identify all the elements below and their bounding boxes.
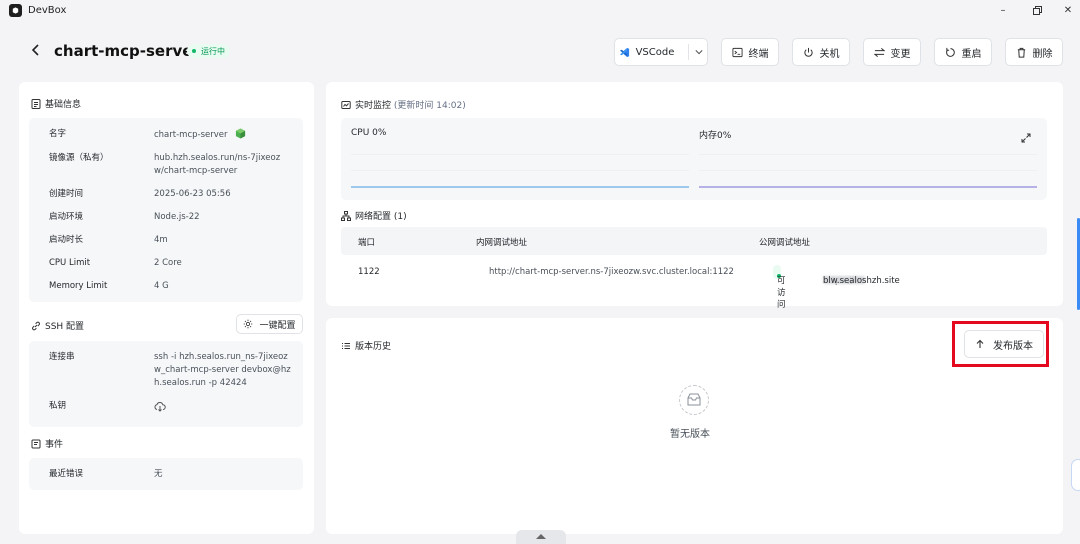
field-label: 镜像源（私有） [49,153,109,163]
monitor-header: 实时监控 (更新时间 14:02) [341,98,466,111]
port-cell: 1122 [358,267,380,277]
delete-button[interactable]: 删除 [1005,38,1063,66]
shutdown-button[interactable]: 关机 [792,38,850,66]
field-label: 启动环境 [49,212,84,222]
minimize-icon[interactable]: – [985,0,1021,20]
basic-info-header: 基础信息 [31,97,81,110]
conn-label: 连接串 [49,352,75,362]
vscode-dropdown-button[interactable]: VSCode [614,38,708,66]
network-table-header: 端口 内网调试地址 公网调试地址 [341,227,1047,255]
ssh-header: SSH 配置 [31,319,84,332]
terminal-icon [731,47,743,57]
restart-icon [945,47,955,57]
one-click-config-button[interactable]: 一键配置 [236,314,303,334]
memory-grid-line [699,154,1037,155]
highlight-annotation-box [952,321,1049,367]
cpu-usage-label: CPU 0% [351,128,387,138]
status-badge: 运行中 [187,44,230,58]
memory-usage-line [699,186,1037,188]
trash-icon [1017,47,1025,58]
version-history-header: 版本历史 [341,339,391,352]
field-label: 创建时间 [49,189,84,199]
chevron-down-icon [695,50,703,55]
list-icon [342,342,350,349]
runtime-env-value: Node.js-22 [154,212,200,222]
bottom-drawer-handle[interactable] [516,530,566,544]
nodejs-cube-icon [235,128,245,139]
memory-limit-value: 4 G [154,281,169,291]
field-label: CPU Limit [49,258,91,268]
collapse-panel-button[interactable] [1071,459,1080,491]
vscode-icon [619,47,629,57]
memory-usage-label: 内存0% [699,131,732,141]
accessible-badge: 可访问 [773,265,786,310]
app-name: DevBox [28,4,67,16]
ssh-panel: 连接串 ssh -i hzh.sealos.run_ns-7jixeozw_ch… [29,341,303,427]
empty-box-icon [679,385,709,415]
ssh-connection-string: ssh -i hzh.sealos.run_ns-7jixeozw_chart-… [154,352,291,388]
monitor-panel: CPU 0% 内存0% [341,118,1047,200]
close-icon[interactable]: ✕ [1050,0,1080,20]
events-header: 事件 [31,437,63,450]
cpu-usage-line [351,186,689,188]
column-header: 公网调试地址 [759,238,811,248]
back-arrow-icon[interactable] [28,42,42,58]
document-icon [31,98,41,109]
memory-grid-line [699,170,1037,171]
power-icon [803,47,813,57]
field-label: 名字 [49,129,67,139]
internal-address-link[interactable]: http://chart-mcp-server.ns-7jixeozw.svc.… [489,267,734,277]
image-source-value: hub.hzh.sealos.run/ns-7jixeozw/chart-mcp… [154,153,281,176]
page-title: chart-mcp-server [54,42,200,60]
uptime-value: 4m [154,235,168,245]
last-error-label: 最近错误 [49,469,84,479]
swap-icon [873,47,885,57]
restart-button[interactable]: 重启 [934,38,992,66]
key-label: 私钥 [49,401,67,411]
cpu-grid-line [351,170,689,171]
monitor-icon [341,100,351,109]
column-header: 内网调试地址 [476,238,528,248]
field-label: 启动时长 [49,235,84,245]
download-key-icon[interactable] [154,401,304,417]
name-value: chart-mcp-server [154,128,304,142]
event-icon [31,439,41,448]
column-header: 端口 [358,238,376,248]
app-logo-icon [9,3,22,17]
change-button[interactable]: 变更 [863,38,921,66]
field-label: Memory Limit [49,281,108,291]
window-titlebar: DevBox [0,0,1080,20]
created-time-value: 2025-06-23 05:56 [154,189,231,199]
last-error-value: 无 [154,469,163,479]
expand-icon[interactable] [1021,128,1031,147]
basic-info-panel: 名字 chart-mcp-server 镜像源（私有） hub.hzh.seal… [29,118,303,302]
left-info-card: 基础信息 名字 chart-mcp-server 镜像源（私有） hub.hzh… [19,82,314,534]
network-icon [341,210,351,221]
network-header: 网络配置 (1) [341,209,407,222]
terminal-button[interactable]: 终端 [721,38,779,66]
gear-icon [244,319,253,329]
empty-versions-text: 暂无版本 [670,429,710,440]
cpu-limit-value: 2 Core [154,258,182,268]
events-panel: 最近错误 无 [29,458,303,490]
table-row: 1122 http://chart-mcp-server.ns-7jixeozw… [358,265,900,310]
link-icon [32,321,40,330]
cpu-grid-line [351,154,689,155]
